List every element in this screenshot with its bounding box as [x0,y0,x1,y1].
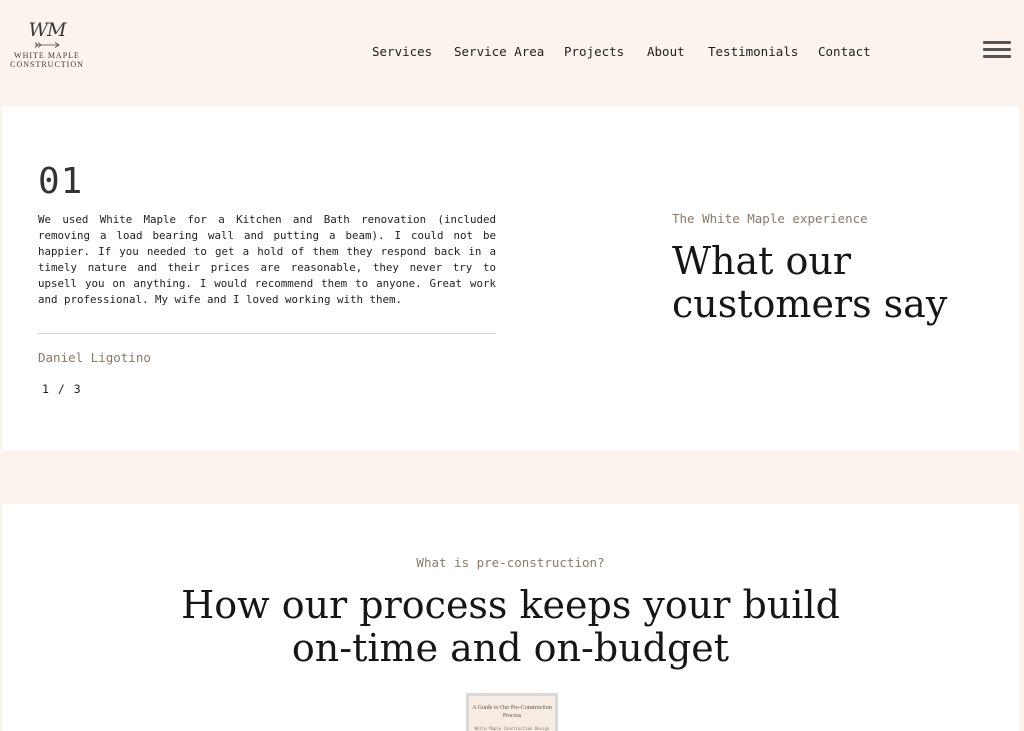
booklet-title: A Guide to Our Pre-Construction Process [472,705,552,719]
nav-item-about[interactable]: About [647,44,685,59]
nav-item-testimonials[interactable]: Testimonials [708,44,798,59]
site-header: WM WHITE MAPLE CONSTRUCTION Services Ser… [0,0,1024,106]
preconstruction-section: What is pre-construction? How our proces… [2,504,1019,731]
logo-name-line2: CONSTRUCTION [10,60,84,69]
heading-line1: How our process keeps your build [181,583,840,627]
nav-item-contact[interactable]: Contact [818,44,871,59]
divider [38,333,496,334]
nav-item-service-area[interactable]: Service Area [454,44,544,59]
guide-booklet-image[interactable]: A Guide to Our Pre-Construction Process … [466,693,558,731]
logo-monogram: WM [28,19,67,41]
hamburger-menu-icon[interactable] [983,41,1011,59]
section-heading: What our customers say [672,239,948,326]
section-eyebrow: What is pre-construction? [416,555,605,570]
booklet-subtitle: White Maple Construction Design [474,726,550,731]
section-heading: How our process keeps your build on-time… [2,584,1019,670]
testimonial-number: 01 [38,161,84,202]
nav-item-projects[interactable]: Projects [564,44,624,59]
slide-counter: 1 / 3 [42,382,82,396]
heading-line2: on-time and on-budget [291,626,730,670]
testimonial-quote: We used White Maple for a Kitchen and Ba… [38,213,496,306]
testimonial-author: Daniel Ligotino [38,350,151,365]
section-eyebrow: The White Maple experience [672,211,868,226]
main-nav: Services Service Area Projects About Tes… [0,44,1024,60]
testimonials-section: 01 We used White Maple for a Kitchen and… [2,106,1019,451]
nav-item-services[interactable]: Services [372,44,432,59]
